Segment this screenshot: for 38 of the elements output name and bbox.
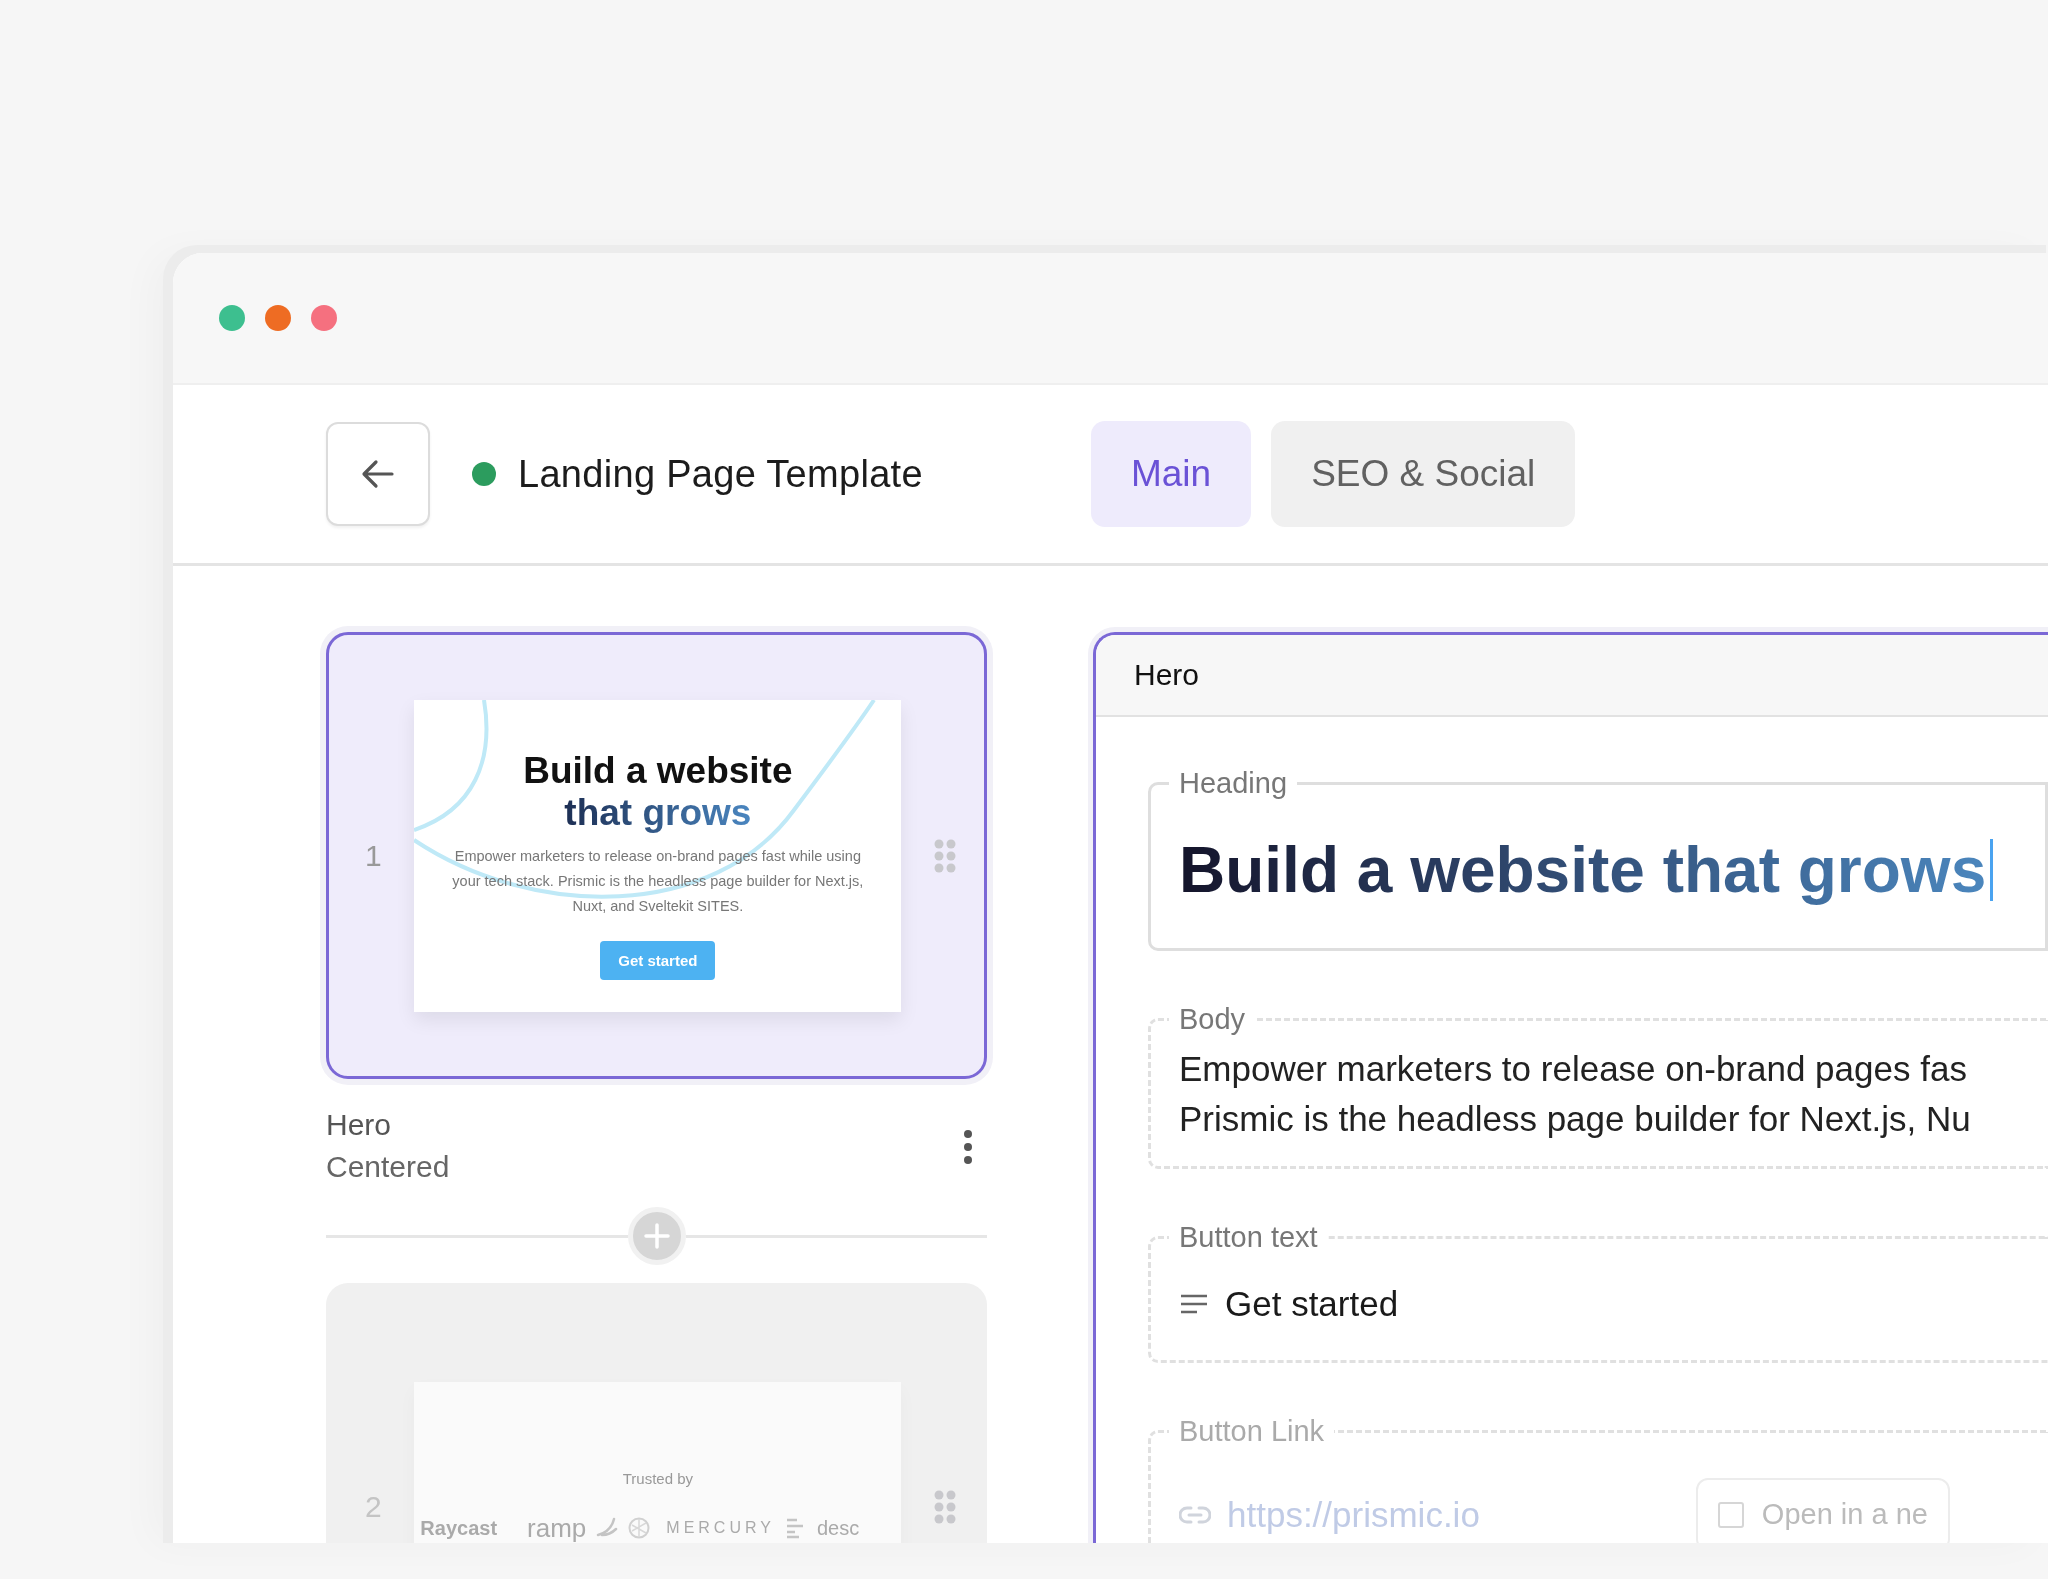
- plus-icon: [642, 1222, 671, 1250]
- body-text-line: Empower marketers to release on-brand pages fas: [1179, 1048, 1968, 1090]
- logo-text: Raycast: [420, 1516, 498, 1540]
- link-icon: [1179, 1504, 1211, 1525]
- field-label: Heading: [1178, 767, 1289, 800]
- tab[interactable]: SEO & Social: [1271, 421, 1576, 527]
- kebab-icon: [963, 1129, 973, 1165]
- link-url: https://prismic.io: [1227, 1494, 1480, 1535]
- slice-number: 1: [365, 838, 382, 873]
- drag-handle-icon: [934, 838, 956, 873]
- preview-body-text: Empower marketers to release on-brand pages fast while using your tech stack. Prismic is the headless page builder for Next.js, Nuxt, and Sveltekit SITES.: [451, 846, 865, 916]
- logo-text: MERCURY: [666, 1519, 775, 1537]
- preview-caption: Trusted by: [622, 1469, 693, 1487]
- panel-header: Hero: [1096, 635, 2048, 717]
- logo-text: ramp: [527, 1512, 587, 1543]
- checkbox-label: Open in a ne: [1761, 1498, 1928, 1531]
- logo-icon: [596, 1517, 619, 1539]
- logo-icon: [628, 1517, 651, 1539]
- field-value: Get started: [1225, 1284, 1399, 1324]
- back-button[interactable]: [326, 422, 430, 526]
- slice-variation: Centered: [326, 1149, 450, 1185]
- text-lines-icon: [1179, 1293, 1209, 1315]
- field-label: Body: [1178, 1003, 1247, 1036]
- window-control[interactable]: [219, 305, 245, 331]
- slice-name: Hero: [326, 1107, 393, 1143]
- field-label: Button Link: [1178, 1415, 1326, 1448]
- field-label: Button text: [1178, 1221, 1319, 1254]
- preview-heading: Build a website that grows: [523, 749, 793, 834]
- drag-handle-icon: [934, 1489, 956, 1524]
- window-control[interactable]: [265, 305, 291, 331]
- tab[interactable]: Main: [1090, 421, 1252, 527]
- text-cursor: [1990, 839, 1994, 901]
- checkbox[interactable]: [1717, 1501, 1744, 1528]
- window-control[interactable]: [311, 305, 337, 331]
- document-title: Landing Page Template: [518, 452, 923, 496]
- body-text-line: Prismic is the headless page builder for Next.js, Nu: [1179, 1098, 1972, 1140]
- preview-button: Get started: [600, 940, 716, 980]
- logo-text: desc: [816, 1516, 860, 1540]
